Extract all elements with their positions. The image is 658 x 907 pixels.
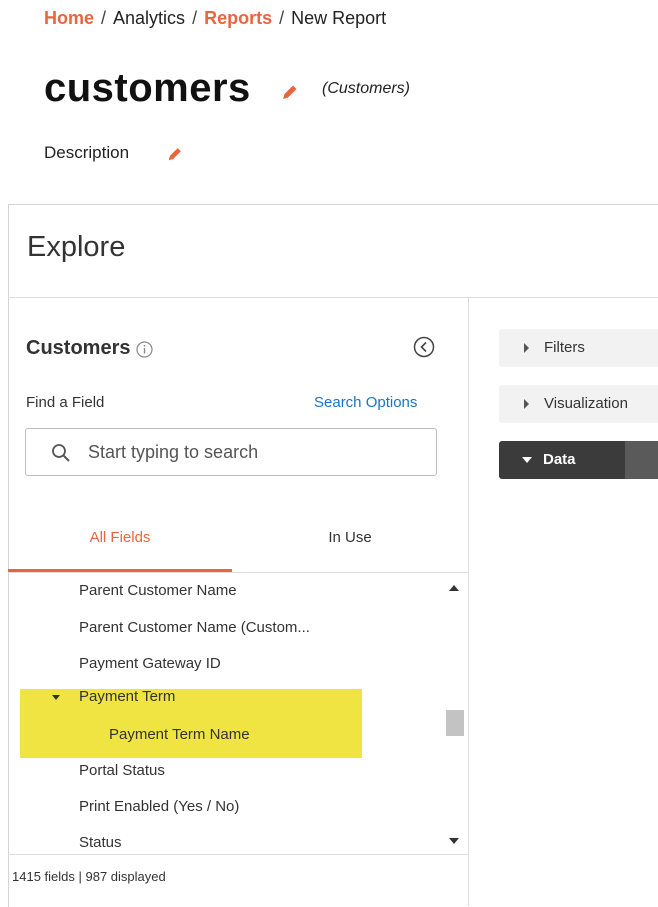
breadcrumb-separator: / <box>279 8 285 28</box>
field-count-status: 1415 fields | 987 displayed <box>12 869 166 884</box>
explore-header-divider <box>8 297 658 298</box>
list-item[interactable]: Parent Customer Name (Custom... <box>8 610 440 646</box>
edit-title-pencil-icon[interactable] <box>280 82 300 102</box>
report-model-label: (Customers) <box>322 80 411 97</box>
breadcrumb-separator: / <box>192 8 198 28</box>
tab-all-fields[interactable]: All Fields <box>8 516 232 572</box>
footer-divider <box>8 854 468 855</box>
breadcrumb-home[interactable]: Home <box>44 8 94 28</box>
description-label[interactable]: Description <box>44 143 129 163</box>
caret-down-icon <box>522 457 532 463</box>
field-group-payment-term[interactable]: Payment Term <box>8 679 440 715</box>
breadcrumb-new-report: New Report <box>291 8 387 28</box>
explore-title: Explore <box>27 231 126 263</box>
scroll-down-arrow-icon[interactable] <box>449 838 459 844</box>
breadcrumb: Home / Analytics / Reports / New Report <box>44 8 386 29</box>
breadcrumb-separator: / <box>101 8 107 28</box>
list-item[interactable]: Portal Status <box>8 753 440 789</box>
breadcrumb-analytics: Analytics <box>113 8 186 28</box>
caret-down-icon <box>52 695 60 700</box>
list-item[interactable]: Payment Term Name <box>8 717 440 753</box>
search-input[interactable] <box>88 434 428 470</box>
report-title: customers <box>44 66 251 110</box>
search-options-link[interactable]: Search Options <box>314 394 417 411</box>
list-item[interactable]: Payment Gateway ID <box>8 646 440 682</box>
visualization-section-toggle[interactable]: Visualization <box>499 385 658 423</box>
field-picker-border <box>468 298 469 906</box>
edit-description-pencil-icon[interactable] <box>166 145 184 163</box>
find-field-label: Find a Field <box>26 394 105 411</box>
data-label: Data <box>543 451 576 468</box>
data-tab-edge <box>625 441 658 479</box>
breadcrumb-reports[interactable]: Reports <box>204 8 272 28</box>
info-icon[interactable] <box>136 341 153 358</box>
filters-label: Filters <box>544 339 585 356</box>
data-section-toggle[interactable]: Data <box>499 441 658 479</box>
list-item[interactable]: Print Enabled (Yes / No) <box>8 789 440 825</box>
collapse-panel-icon[interactable] <box>413 336 435 358</box>
search-icon <box>51 443 71 463</box>
tab-in-use[interactable]: In Use <box>232 516 468 572</box>
view-name: Customers <box>26 337 131 359</box>
visualization-label: Visualization <box>544 395 628 412</box>
list-item[interactable]: Status <box>8 825 440 853</box>
scroll-up-arrow-icon[interactable] <box>449 585 459 591</box>
scrollbar-thumb[interactable] <box>446 710 464 736</box>
caret-right-icon <box>524 343 529 353</box>
list-item[interactable]: Parent Customer Name <box>8 573 440 609</box>
field-list: Parent Customer Name Parent Customer Nam… <box>8 573 440 853</box>
caret-right-icon <box>524 399 529 409</box>
filters-section-toggle[interactable]: Filters <box>499 329 658 367</box>
